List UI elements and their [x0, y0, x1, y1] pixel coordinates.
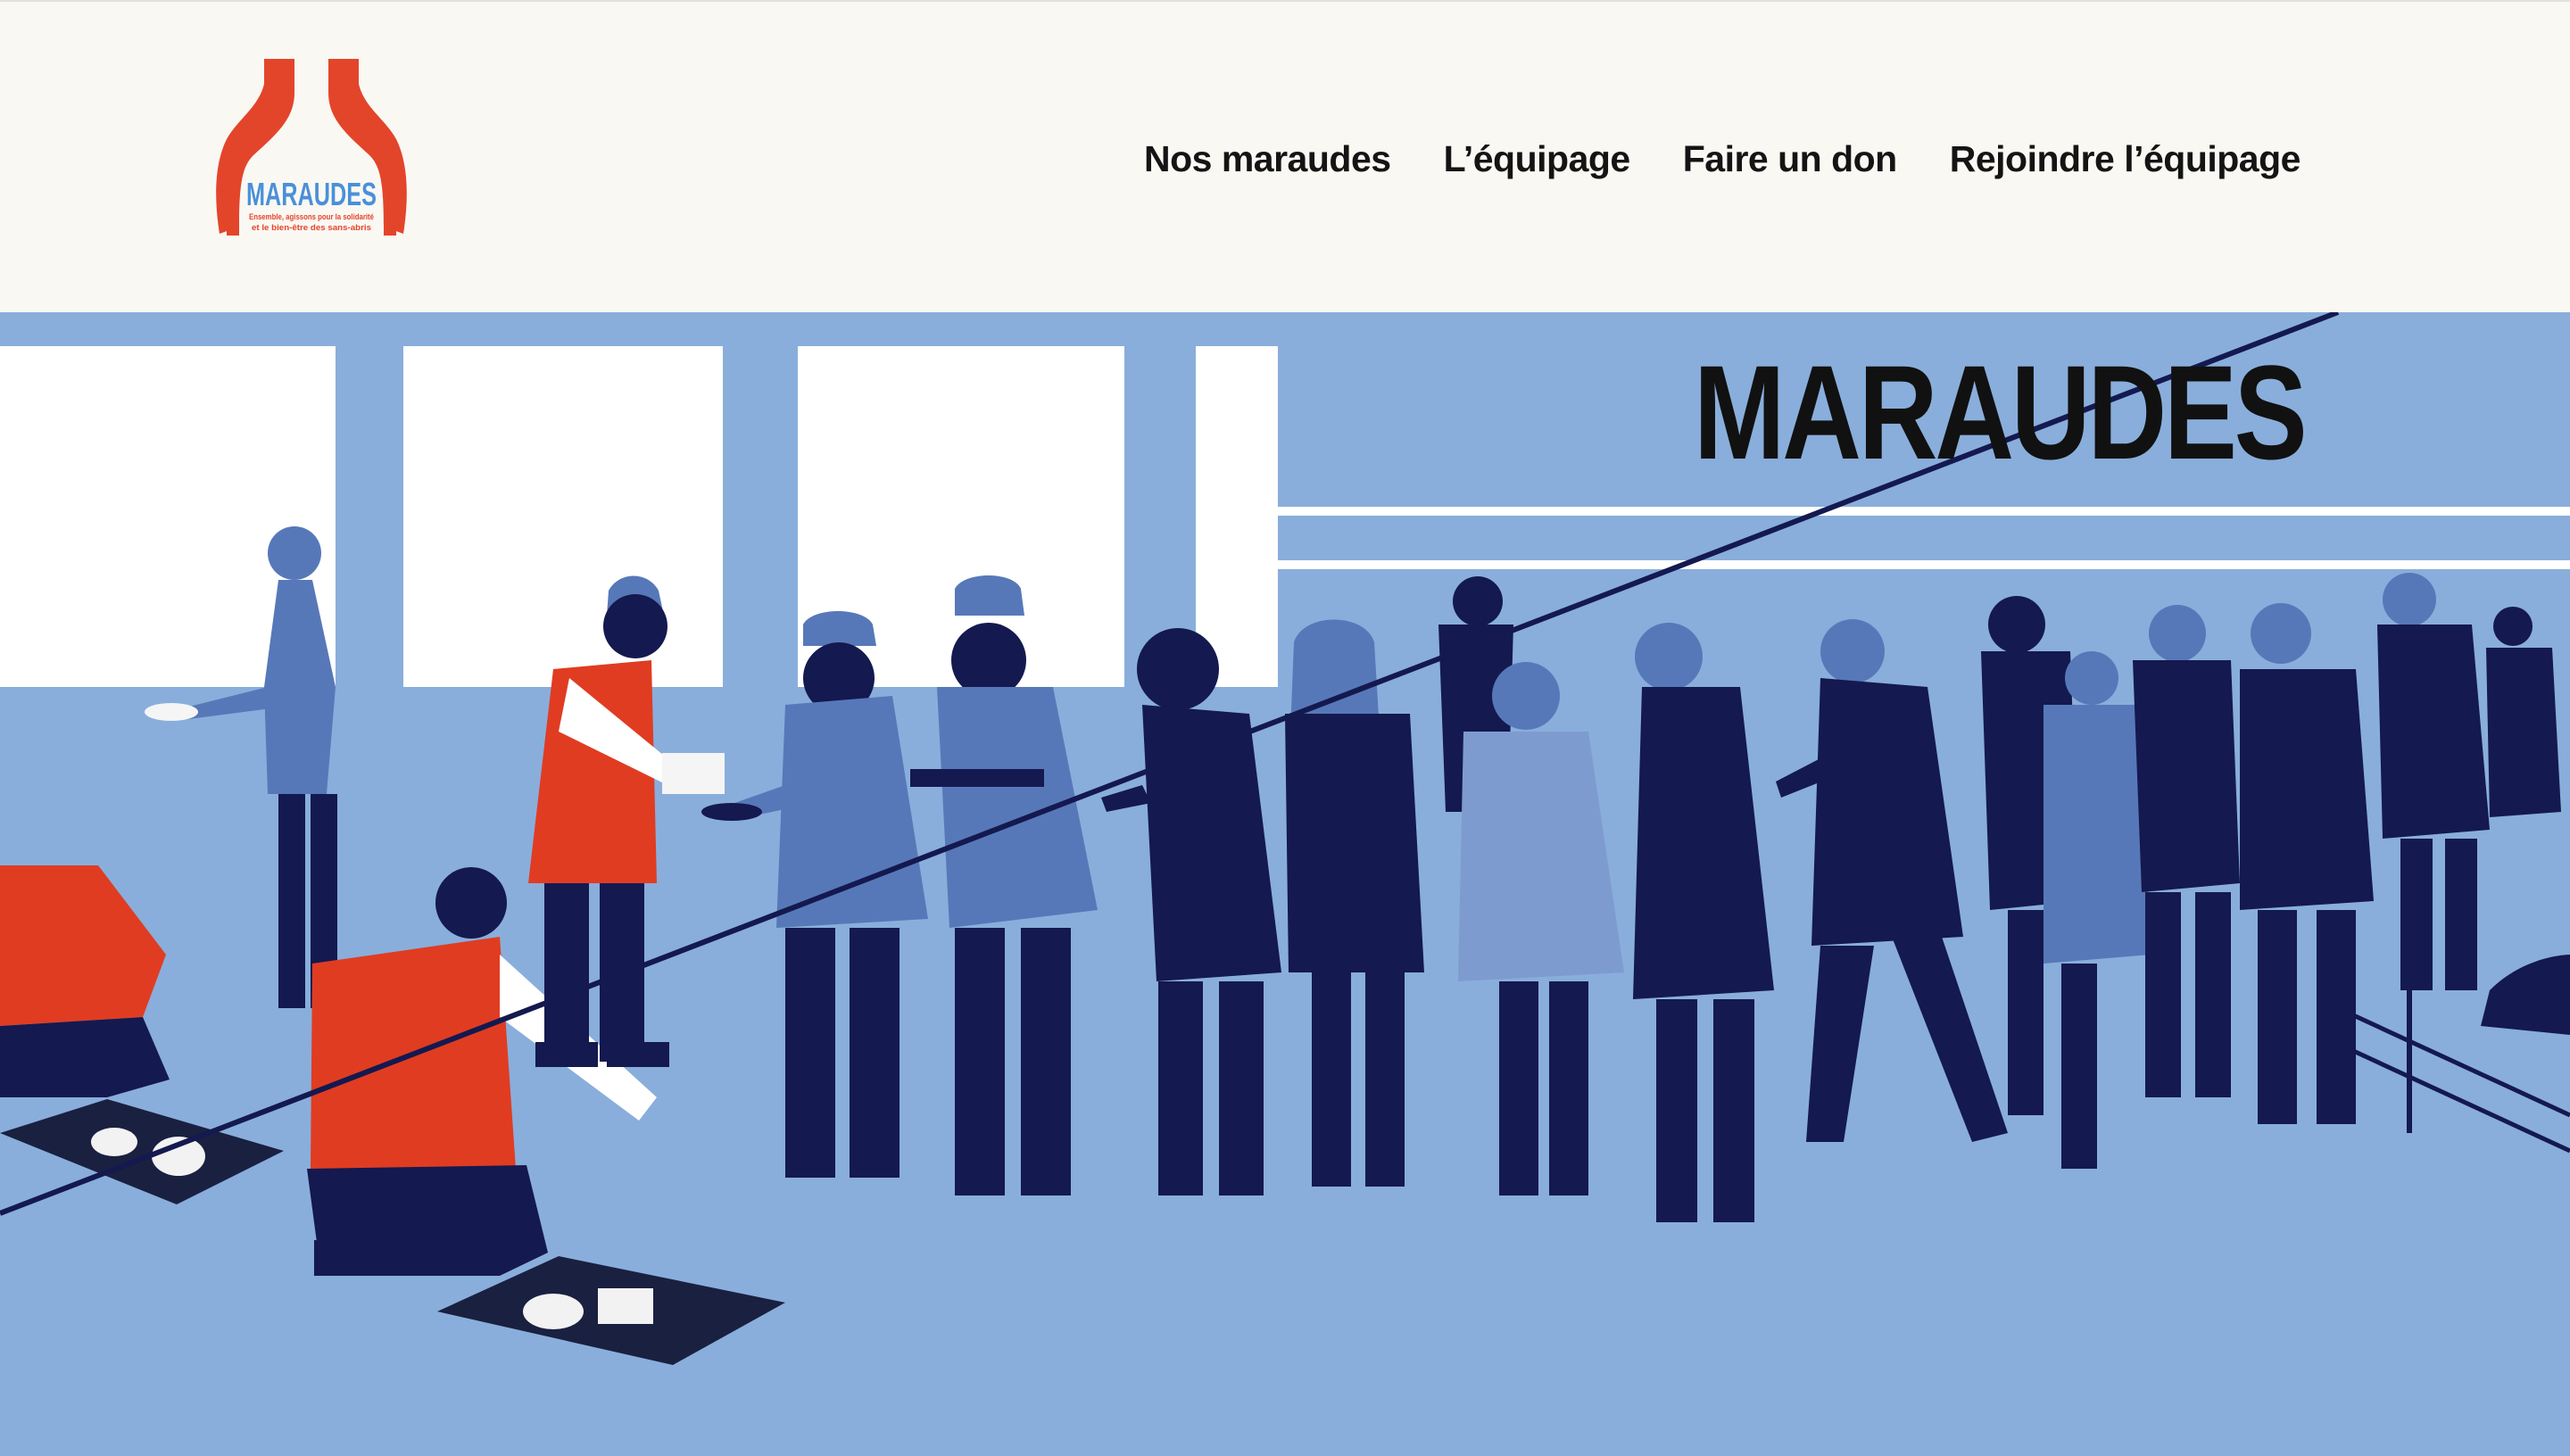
nav-link-equipage[interactable]: L’équipage — [1444, 138, 1631, 180]
site-header: MARAUDES Ensemble, agissons pour la soli… — [0, 0, 2570, 312]
figure-queue — [2377, 573, 2561, 990]
figure-queue — [1285, 619, 1424, 1187]
hero-title: MARAUDES — [1694, 337, 2308, 487]
nav-link-faire-un-don[interactable]: Faire un don — [1683, 138, 1898, 180]
figure-queue — [701, 611, 928, 1178]
main-navigation: Nos maraudes L’équipage Faire un don Rej… — [1144, 134, 2301, 184]
nav-link-nos-maraudes[interactable]: Nos maraudes — [1144, 138, 1391, 180]
logo-wordmark: MARAUDES — [246, 176, 377, 212]
figure-queue — [1776, 619, 2008, 1142]
window-pane — [403, 346, 723, 687]
maraudes-logo[interactable]: MARAUDES Ensemble, agissons pour la soli… — [212, 57, 410, 241]
maraudes-logo-mark: MARAUDES Ensemble, agissons pour la soli… — [216, 59, 407, 236]
figure-queue — [1633, 623, 1774, 1222]
figure-queue — [1438, 576, 1624, 1195]
figure-volunteer-crouch-left — [0, 865, 170, 1097]
nav-link-rejoindre-equipage[interactable]: Rejoindre l’équipage — [1950, 138, 2301, 180]
window-pane — [1196, 346, 1278, 687]
logo-tagline-line2: et le bien-être des sans-abris — [252, 223, 371, 232]
logo-tagline-line1: Ensemble, agissons pour la solidarité — [249, 212, 374, 221]
figure-queue — [1101, 628, 1281, 1195]
figure-queue — [2133, 605, 2240, 1097]
figure-queue — [2240, 603, 2374, 1124]
figure-queue — [1981, 596, 2151, 1169]
hero-banner: MARAUDES — [0, 312, 2570, 1456]
